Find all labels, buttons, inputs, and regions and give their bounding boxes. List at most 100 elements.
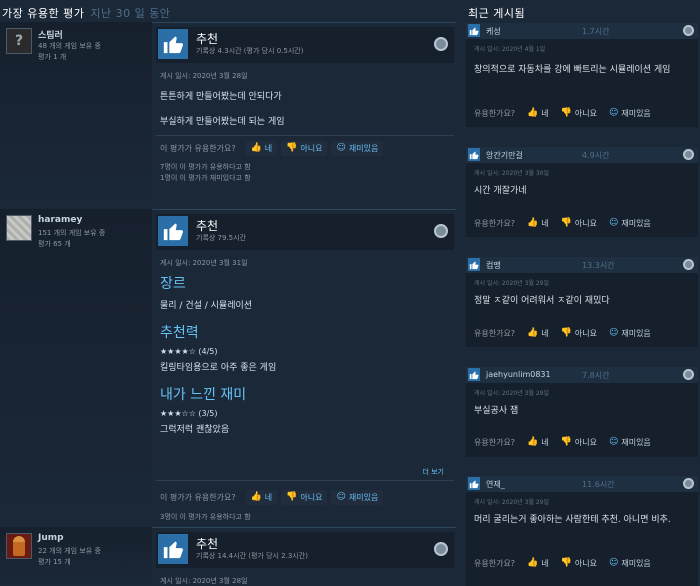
thumbs-up-icon bbox=[158, 29, 188, 59]
vote-no-label: 아니요 bbox=[300, 143, 323, 153]
reviewer-name[interactable]: Jump bbox=[38, 533, 64, 543]
post-author[interactable]: 연재_ bbox=[486, 479, 505, 490]
reviewer-name[interactable]: 스팀러 bbox=[38, 28, 63, 41]
vote-yes-button[interactable]: 👍 네 bbox=[523, 557, 553, 570]
thumbs-up-icon bbox=[468, 477, 480, 490]
reviewer-review-count[interactable]: 평가 15 개 bbox=[38, 557, 71, 567]
thumbs-down-icon: 👎 bbox=[286, 143, 298, 153]
recommend-heading: 추천력 bbox=[160, 325, 199, 341]
vote-no-button[interactable]: 👎 아니요 bbox=[557, 217, 601, 230]
vote-funny-button[interactable]: ☺ 재미있음 bbox=[605, 557, 655, 570]
reviewer-review-count[interactable]: 평가 1 개 bbox=[38, 52, 66, 62]
recommend-text: 킬링타임용으로 아주 좋은 게임 bbox=[160, 363, 277, 373]
steam-icon bbox=[683, 25, 694, 36]
helpful-question: 유용한가요? bbox=[474, 437, 516, 447]
post-header[interactable]: 컴맹 13.3시간 bbox=[466, 257, 698, 273]
review-card: ? 스팀러 48 개의 게임 보유 중 평가 1 개 추천 기록상 4.3시간 … bbox=[0, 22, 456, 208]
review-hours: 기록상 14.4시간 (평가 당시 2.3시간) bbox=[196, 552, 308, 560]
vote-funny-button[interactable]: ☺ 재미있음 bbox=[605, 107, 655, 120]
vote-no-button[interactable]: 👎 아니요 bbox=[557, 436, 601, 449]
vote-funny-button[interactable]: ☺ 재미있음 bbox=[331, 489, 384, 505]
recent-post: jaehyunlim0831 7.8시간 게시 일시: 2020년 3월 29일… bbox=[466, 367, 698, 457]
reviewer-games[interactable]: 48 개의 게임 보유 중 bbox=[38, 41, 101, 51]
post-hours: 7.8시간 bbox=[582, 371, 610, 380]
vote-yes-button[interactable]: 👍 네 bbox=[245, 489, 278, 505]
review-card: Jump 22 개의 게임 보유 중 평가 15 개 추천 기록상 14.4시간… bbox=[0, 527, 456, 586]
vote-funny-label: 재미있음 bbox=[621, 328, 651, 338]
vote-no-button[interactable]: 👎 아니요 bbox=[557, 327, 601, 340]
vote-yes-button[interactable]: 👍 네 bbox=[523, 217, 553, 230]
post-header[interactable]: jaehyunlim0831 7.8시간 bbox=[466, 367, 698, 383]
post-author[interactable]: 케성 bbox=[486, 26, 501, 37]
post-text: 시간 개잘가네 bbox=[474, 186, 527, 196]
review-hours: 기록상 4.3시간 (평가 당시 0.5시간) bbox=[196, 47, 304, 55]
post-vote-row: 유용한가요? 👍 네 👎 아니요 ☺ 재미있음 bbox=[474, 326, 655, 340]
avatar[interactable] bbox=[6, 533, 32, 559]
post-author[interactable]: jaehyunlim0831 bbox=[486, 370, 551, 379]
vote-funny-button[interactable]: ☺ 재미있음 bbox=[605, 327, 655, 340]
vote-yes-button[interactable]: 👍 네 bbox=[245, 140, 278, 156]
reviewer-name[interactable]: haramey bbox=[38, 215, 82, 225]
read-more-link[interactable]: 더 보기 bbox=[422, 467, 444, 477]
review-date: 게시 일시: 2020년 3월 28일 bbox=[160, 577, 248, 585]
post-header[interactable]: 연재_ 11.6시간 bbox=[466, 476, 698, 492]
thumbs-up-icon bbox=[468, 24, 480, 37]
recent-post: 컴맹 13.3시간 게시 일시: 2020년 3월 29일 정말 ㅈ같이 어려워… bbox=[466, 257, 698, 347]
thumbs-up-icon: 👍 bbox=[250, 143, 262, 153]
vote-no-button[interactable]: 👎 아니요 bbox=[557, 557, 601, 570]
avatar[interactable]: ? bbox=[6, 28, 32, 54]
review-header[interactable]: 추천 기록상 79.5시간 bbox=[156, 214, 454, 250]
smile-icon: ☺ bbox=[336, 143, 346, 153]
reviewer-review-count[interactable]: 평가 65 개 bbox=[38, 239, 71, 249]
helpful-count: 3명이 이 평가가 유용하다고 함 bbox=[160, 513, 251, 521]
post-author[interactable]: 컴맹 bbox=[486, 260, 501, 271]
vote-funny-button[interactable]: ☺ 재미있음 bbox=[605, 436, 655, 449]
post-header[interactable]: 케성 1.7시간 bbox=[466, 23, 698, 39]
smile-icon: ☺ bbox=[608, 437, 619, 447]
reviewer-games[interactable]: 22 개의 게임 보유 중 bbox=[38, 546, 101, 556]
vote-yes-label: 네 bbox=[541, 558, 549, 568]
review-list: ? 스팀러 48 개의 게임 보유 중 평가 1 개 추천 기록상 4.3시간 … bbox=[0, 22, 456, 586]
vote-yes-button[interactable]: 👍 네 bbox=[523, 436, 553, 449]
post-text: 창의적으로 자동차를 강에 빠트리는 시뮬레이션 게임 bbox=[474, 65, 671, 75]
reviewer-panel: haramey 151 개의 게임 보유 중 평가 65 개 bbox=[0, 209, 152, 527]
steam-icon bbox=[434, 37, 448, 51]
helpful-question: 이 평가가 유용한가요? bbox=[160, 143, 236, 153]
genre-heading: 장르 bbox=[160, 276, 186, 292]
vote-funny-button[interactable]: ☺ 재미있음 bbox=[331, 140, 384, 156]
review-header[interactable]: 추천 기록상 4.3시간 (평가 당시 0.5시간) bbox=[156, 27, 454, 63]
vote-yes-label: 네 bbox=[541, 328, 549, 338]
review-header[interactable]: 추천 기록상 14.4시간 (평가 당시 2.3시간) bbox=[156, 532, 454, 568]
post-hours: 13.3시간 bbox=[582, 261, 615, 270]
vote-no-button[interactable]: 👎 아니요 bbox=[281, 140, 328, 156]
reviewer-panel: Jump 22 개의 게임 보유 중 평가 15 개 bbox=[0, 527, 152, 586]
reviewer-games[interactable]: 151 개의 게임 보유 중 bbox=[38, 228, 105, 238]
review-verdict: 추천 bbox=[196, 537, 219, 551]
vote-yes-button[interactable]: 👍 네 bbox=[523, 107, 553, 120]
helpful-question: 유용한가요? bbox=[474, 108, 516, 118]
vote-no-button[interactable]: 👎 아니요 bbox=[557, 107, 601, 120]
smile-icon: ☺ bbox=[608, 108, 619, 118]
thumbs-up-icon bbox=[468, 368, 480, 381]
funny-count: 1명이 이 평가가 재미있다고 함 bbox=[160, 174, 251, 182]
thumbs-up-icon: 👍 bbox=[527, 328, 539, 338]
helpful-question: 유용한가요? bbox=[474, 218, 516, 228]
vote-yes-button[interactable]: 👍 네 bbox=[523, 327, 553, 340]
post-header[interactable]: 앙간기만걸 4.9시간 bbox=[466, 147, 698, 163]
genre-text: 물리 / 건설 / 시뮬레이션 bbox=[160, 301, 253, 311]
post-date: 게시 일시: 2020년 3월 30일 bbox=[474, 170, 550, 177]
post-hours: 1.7시간 bbox=[582, 27, 610, 36]
post-vote-row: 유용한가요? 👍 네 👎 아니요 ☺ 재미있음 bbox=[474, 216, 655, 230]
vote-no-button[interactable]: 👎 아니요 bbox=[281, 489, 328, 505]
smile-icon: ☺ bbox=[608, 558, 619, 568]
vote-funny-button[interactable]: ☺ 재미있음 bbox=[605, 217, 655, 230]
review-card: haramey 151 개의 게임 보유 중 평가 65 개 추천 기록상 79… bbox=[0, 209, 456, 527]
post-date: 게시 일시: 2020년 4월 1일 bbox=[474, 46, 546, 53]
vote-no-label: 아니요 bbox=[574, 328, 597, 338]
recommend-rating: ★★★★☆ (4/5) bbox=[160, 347, 218, 356]
review-verdict: 추천 bbox=[196, 219, 219, 233]
avatar[interactable] bbox=[6, 215, 32, 241]
post-author[interactable]: 앙간기만걸 bbox=[486, 150, 523, 161]
post-vote-row: 유용한가요? 👍 네 👎 아니요 ☺ 재미있음 bbox=[474, 106, 655, 120]
thumbs-down-icon: 👎 bbox=[560, 108, 572, 118]
